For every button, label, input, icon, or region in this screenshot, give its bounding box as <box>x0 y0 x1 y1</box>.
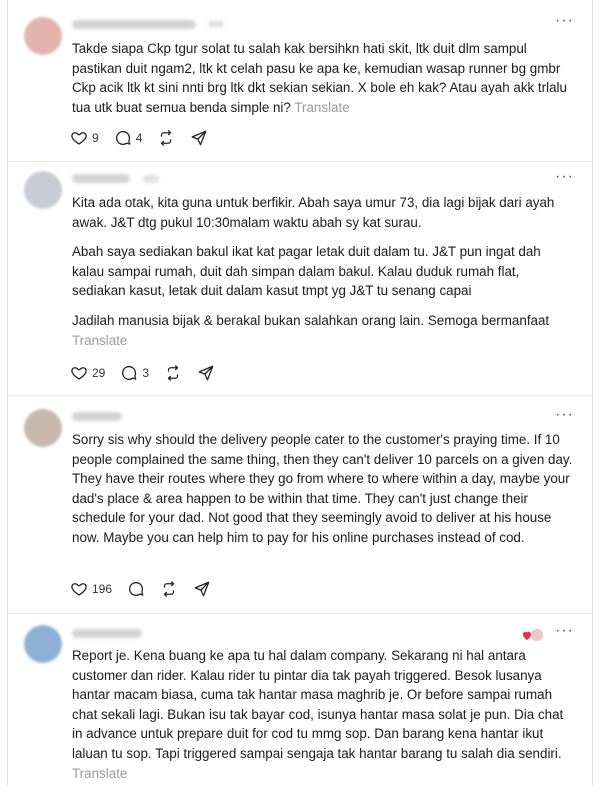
like-button[interactable]: 29 <box>70 364 105 382</box>
share-button[interactable] <box>197 364 215 382</box>
post-3: ··· Sorry sis why should the delivery pe… <box>8 396 592 614</box>
avatar[interactable] <box>24 17 62 55</box>
post-text: Kita ada otak, kita guna untuk berfikir.… <box>72 193 576 360</box>
post-4: ··· Report je. Kena buang ke apa tu hal … <box>8 614 592 786</box>
repost-button[interactable] <box>157 129 175 147</box>
send-icon <box>194 581 210 597</box>
liked-by-author-badge <box>523 629 543 641</box>
post-text: Sorry sis why should the delivery people… <box>72 430 576 558</box>
heart-icon <box>71 583 87 596</box>
post-paragraph: Abah saya sediakan bakul ikat kat pagar … <box>72 244 541 299</box>
comment-icon <box>122 365 137 380</box>
translate-link[interactable]: Translate <box>72 766 127 781</box>
comment-icon <box>129 581 144 596</box>
timestamp-redacted <box>208 20 224 28</box>
repost-button[interactable] <box>160 580 178 598</box>
share-button[interactable] <box>190 129 208 147</box>
post-paragraph: Sorry sis why should the delivery people… <box>72 432 573 545</box>
like-count: 29 <box>92 366 106 380</box>
username-redacted[interactable] <box>72 174 130 183</box>
heart-icon <box>71 367 87 380</box>
more-options-icon[interactable]: ··· <box>555 12 574 30</box>
username-redacted[interactable] <box>72 629 142 638</box>
post-text: Report je. Kena buang ke apa tu hal dala… <box>72 646 576 793</box>
repost-icon <box>167 365 179 381</box>
share-button[interactable] <box>193 580 211 598</box>
reply-count: 3 <box>142 366 150 380</box>
action-bar: 196 <box>70 579 226 599</box>
post-1: ··· Takde siapa Ckp tgur solat tu salah … <box>8 0 592 162</box>
more-options-icon[interactable]: ··· <box>555 622 574 640</box>
post-text: Takde siapa Ckp tgur solat tu salah kak … <box>72 39 576 127</box>
reply-button[interactable] <box>127 580 145 598</box>
like-button[interactable]: 196 <box>70 580 112 598</box>
like-button[interactable]: 9 <box>70 129 99 147</box>
heart-icon <box>71 132 87 145</box>
like-count: 196 <box>92 582 113 596</box>
send-icon <box>191 130 207 146</box>
send-icon <box>198 365 214 381</box>
action-bar: 9 4 <box>70 128 223 148</box>
reply-button[interactable]: 4 <box>114 129 143 147</box>
username-redacted[interactable] <box>72 412 122 421</box>
post-2: ··· Kita ada otak, kita guna untuk berfi… <box>8 162 592 396</box>
timestamp-redacted <box>143 175 159 183</box>
action-bar: 29 3 <box>70 363 230 383</box>
post-paragraph: Kita ada otak, kita guna untuk berfikir.… <box>72 195 555 230</box>
username-redacted[interactable] <box>72 20 196 29</box>
post-paragraph: Report je. Kena buang ke apa tu hal dala… <box>72 648 564 761</box>
comment-icon <box>115 130 131 145</box>
reply-button[interactable]: 3 <box>120 364 149 382</box>
repost-icon <box>161 130 172 146</box>
more-options-icon[interactable]: ··· <box>555 168 574 186</box>
like-count: 9 <box>92 131 99 145</box>
repost-icon <box>163 581 175 597</box>
threads-feed: ··· Takde siapa Ckp tgur solat tu salah … <box>7 0 593 786</box>
repost-button[interactable] <box>164 364 182 382</box>
reply-count: 4 <box>135 131 143 145</box>
post-paragraph: Jadilah manusia bijak & berakal bukan sa… <box>72 312 550 328</box>
translate-link[interactable]: Translate <box>72 333 127 348</box>
avatar[interactable] <box>24 625 62 663</box>
avatar[interactable] <box>24 171 62 209</box>
translate-link[interactable]: Translate <box>294 100 349 115</box>
avatar[interactable] <box>24 409 62 447</box>
more-options-icon[interactable]: ··· <box>555 406 574 424</box>
